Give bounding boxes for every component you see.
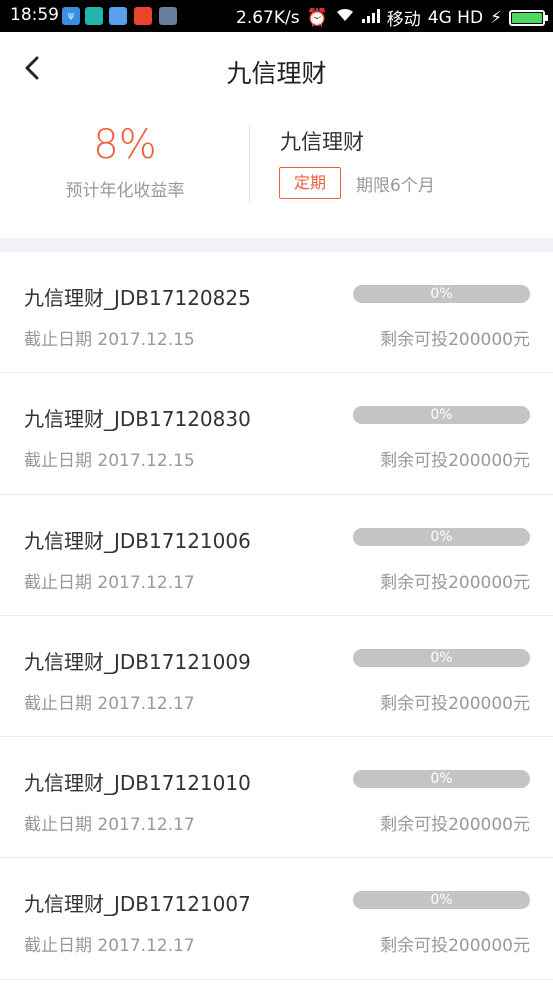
item-remaining: 剩余可投200000元	[380, 572, 530, 593]
charging-icon: ⚡	[490, 7, 502, 28]
progress-text: 0%	[430, 528, 453, 545]
app-notification-icon	[159, 7, 177, 25]
item-remaining: 剩余可投200000元	[380, 693, 530, 714]
alarm-icon: ⏰	[306, 7, 328, 28]
product-name: 九信理财	[280, 130, 364, 154]
list-item[interactable]: 九信理财_JDB17120825 0% 截止日期 2017.12.15 剩余可投…	[0, 252, 553, 374]
wifi-icon	[335, 7, 355, 28]
progress-text: 0%	[430, 407, 453, 424]
item-name: 九信理财_JDB17121010	[24, 771, 251, 796]
item-remaining: 剩余可投200000元	[380, 451, 530, 472]
progress-bar: 0%	[353, 770, 530, 789]
item-remaining: 剩余可投200000元	[380, 815, 530, 836]
carrier-name: 移动	[386, 10, 421, 30]
annual-rate-value: 8%	[93, 122, 157, 168]
network-speed: 2.67K/s	[236, 7, 300, 28]
battery-icon	[509, 9, 548, 26]
list-item[interactable]: 九信理财_JDB17121007 0% 截止日期 2017.12.17 剩余可投…	[0, 858, 553, 980]
app-header: 九信理财	[0, 32, 553, 110]
app-notification-icon	[109, 7, 127, 25]
item-name: 九信理财_JDB17121006	[24, 528, 251, 553]
item-deadline: 截止日期 2017.12.15	[24, 330, 195, 350]
item-name: 九信理财_JDB17120825	[24, 286, 251, 310]
app-notification-icon	[134, 7, 152, 25]
item-deadline: 截止日期 2017.12.17	[24, 572, 195, 593]
app-notification-icon	[85, 7, 103, 25]
status-right: 2.67K/s ⏰ 移动 4G HD ⚡	[236, 5, 548, 30]
item-name: 九信理财_JDB17121009	[24, 649, 251, 674]
usb-icon: ψ	[62, 7, 80, 25]
item-deadline: 截止日期 2017.12.17	[24, 693, 195, 714]
list-item[interactable]: 九信理财_JDB17120830 0% 截止日期 2017.12.15 剩余可投…	[0, 373, 553, 495]
product-type-badge: 定期	[279, 167, 341, 199]
progress-text: 0%	[430, 286, 453, 302]
item-deadline: 截止日期 2017.12.17	[24, 936, 195, 957]
status-time: 18:59	[10, 5, 59, 25]
progress-bar: 0%	[353, 527, 530, 546]
list-item[interactable]: 九信理财_JDB17121006 0% 截止日期 2017.12.17 剩余可投…	[0, 494, 553, 616]
item-name: 九信理财_JDB17121007	[24, 892, 251, 917]
progress-bar: 0%	[353, 406, 530, 425]
network-type: 4G HD	[427, 7, 484, 28]
page-title: 九信理财	[226, 59, 327, 88]
annual-rate-label: 预计年化收益率	[65, 181, 185, 201]
progress-text: 0%	[430, 771, 453, 788]
progress-text: 0%	[430, 649, 453, 666]
item-deadline: 截止日期 2017.12.15	[24, 451, 195, 472]
item-name: 九信理财_JDB17120830	[24, 407, 251, 432]
divider	[249, 124, 250, 204]
status-bar: 18:59 ψ 2.67K/s ⏰ 移动 4G HD ⚡	[0, 0, 553, 32]
product-list: 九信理财_JDB17120825 0% 截止日期 2017.12.15 剩余可投…	[0, 252, 553, 980]
item-deadline: 截止日期 2017.12.17	[24, 815, 195, 836]
progress-bar: 0%	[353, 648, 530, 667]
product-term: 期限6个月	[356, 176, 435, 196]
item-remaining: 剩余可投200000元	[380, 936, 530, 957]
progress-bar: 0%	[353, 891, 530, 910]
section-divider	[0, 238, 553, 252]
list-item[interactable]: 九信理财_JDB17121010 0% 截止日期 2017.12.17 剩余可投…	[0, 737, 553, 859]
progress-bar: 0%	[353, 285, 530, 303]
signal-icon	[361, 8, 380, 28]
product-summary: 8% 预计年化收益率 九信理财 定期 期限6个月	[0, 110, 553, 238]
list-item[interactable]: 九信理财_JDB17121009 0% 截止日期 2017.12.17 剩余可投…	[0, 615, 553, 738]
item-remaining: 剩余可投200000元	[380, 330, 530, 350]
progress-text: 0%	[430, 892, 453, 909]
